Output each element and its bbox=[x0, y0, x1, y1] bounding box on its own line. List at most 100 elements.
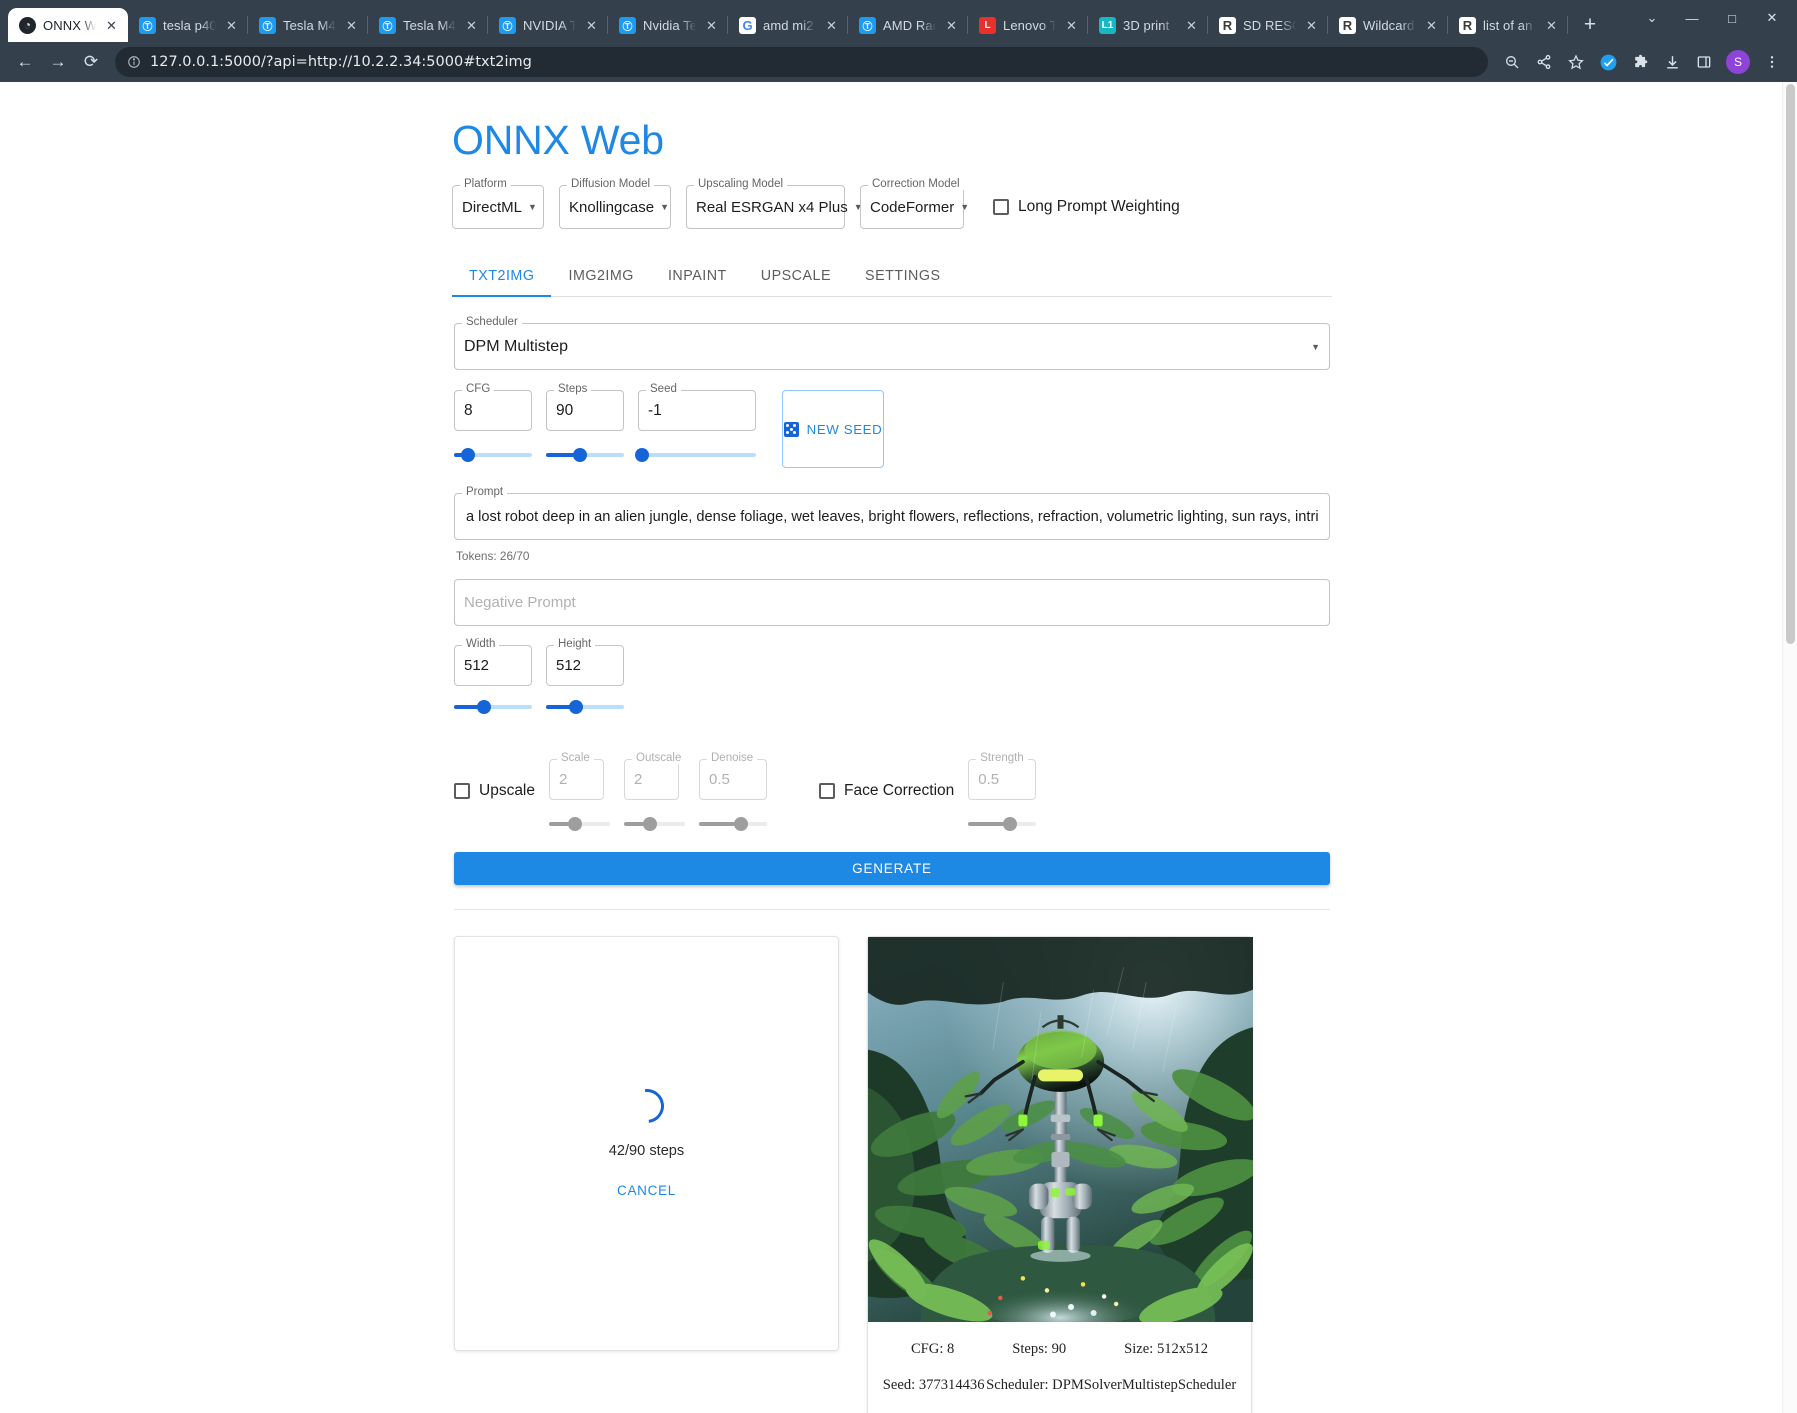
steps-field[interactable]: Steps 90 bbox=[546, 383, 624, 432]
height-slider[interactable] bbox=[546, 699, 624, 715]
model-select-platform[interactable]: Platform DirectML ▼ bbox=[452, 178, 544, 230]
tab-settings[interactable]: SETTINGS bbox=[848, 255, 958, 296]
tab-img2img[interactable]: IMG2IMG bbox=[551, 255, 650, 296]
tab-inpaint[interactable]: INPAINT bbox=[651, 255, 744, 296]
generate-button[interactable]: GENERATE bbox=[454, 852, 1330, 886]
reload-icon[interactable]: ⟳ bbox=[76, 47, 106, 77]
close-icon[interactable]: ✕ bbox=[103, 17, 120, 34]
close-icon[interactable]: ✕ bbox=[463, 17, 480, 34]
image-metadata: CFG: 8 Steps: 90 Size: 512x512 Seed: 37731… bbox=[868, 1322, 1251, 1412]
sidepanel-icon[interactable] bbox=[1689, 47, 1719, 77]
scrollbar-thumb[interactable] bbox=[1786, 84, 1795, 644]
new-seed-button[interactable]: NEW SEED bbox=[782, 390, 884, 469]
tab-upscale[interactable]: UPSCALE bbox=[744, 255, 848, 296]
cfg-slider[interactable] bbox=[454, 447, 532, 463]
seed-field[interactable]: Seed -1 bbox=[638, 383, 756, 432]
browser-tab[interactable]: Ⓣtesla p40 ✕ bbox=[128, 8, 248, 42]
seed-slider[interactable] bbox=[634, 447, 756, 463]
main-tabs: TXT2IMG IMG2IMG INPAINT UPSCALE SETTINGS bbox=[452, 255, 1332, 298]
level1-favicon: L1 bbox=[1099, 16, 1116, 34]
face-correction-checkbox[interactable] bbox=[819, 782, 835, 799]
model-select-upscaling-model[interactable]: Upscaling Model Real ESRGAN x4 Plus ▼ bbox=[686, 178, 863, 230]
cfg-field[interactable]: CFG 8 bbox=[454, 383, 532, 432]
close-icon[interactable]: ✕ bbox=[343, 17, 360, 34]
forward-icon[interactable]: → bbox=[43, 47, 73, 77]
close-icon[interactable]: ✕ bbox=[583, 17, 600, 34]
close-icon[interactable]: ✕ bbox=[823, 17, 840, 34]
address-bar[interactable]: 127.0.0.1:5000/?api=http://10.2.2.34:500… bbox=[115, 47, 1488, 77]
close-icon[interactable]: ✕ bbox=[1303, 17, 1320, 34]
upscale-checkbox[interactable] bbox=[454, 782, 470, 799]
width-field[interactable]: Width 512 bbox=[454, 638, 532, 687]
back-icon[interactable]: ← bbox=[10, 47, 40, 77]
downloads-icon[interactable] bbox=[1657, 47, 1687, 77]
width-slider[interactable] bbox=[454, 699, 532, 715]
close-icon[interactable]: ✕ bbox=[1543, 17, 1560, 34]
profile-badge-icon[interactable] bbox=[1593, 47, 1623, 77]
scale-slider[interactable] bbox=[549, 816, 610, 832]
face-correction-checkbox-group[interactable]: Face Correction bbox=[819, 770, 954, 811]
close-icon[interactable]: ✕ bbox=[1063, 17, 1080, 34]
chevron-down-icon[interactable]: ▼ bbox=[522, 202, 537, 212]
metadata-item: Size: 512x512 bbox=[1124, 1341, 1209, 1358]
browser-tab[interactable]: Ⓣ AMD Rad ✕ bbox=[848, 8, 968, 42]
tab-search-button[interactable]: ⌄ bbox=[1633, 3, 1671, 33]
close-icon[interactable]: ✕ bbox=[1183, 17, 1200, 34]
browser-tab[interactable]: Gamd mi2 ✕ bbox=[728, 8, 848, 42]
long-prompt-weighting-group[interactable]: Long Prompt Weighting bbox=[993, 198, 1180, 216]
close-icon[interactable]: ✕ bbox=[703, 17, 720, 34]
height-field[interactable]: Height 512 bbox=[546, 638, 624, 687]
browser-tab[interactable]: L1 3D print ✕ bbox=[1088, 8, 1208, 42]
denoise-label: Denoise bbox=[707, 752, 758, 765]
upscale-checkbox-group[interactable]: Upscale bbox=[454, 770, 535, 811]
scheduler-select[interactable]: Scheduler DPM Multistep ▼ bbox=[454, 316, 1330, 371]
scale-field[interactable]: Scale 2 bbox=[549, 752, 604, 801]
close-icon[interactable]: ✕ bbox=[223, 17, 240, 34]
long-prompt-weighting-checkbox[interactable] bbox=[993, 199, 1009, 216]
new-tab-button[interactable]: + bbox=[1574, 9, 1606, 41]
strength-field[interactable]: Strength 0.5 bbox=[968, 752, 1037, 801]
steps-slider[interactable] bbox=[546, 447, 624, 463]
denoise-slider[interactable] bbox=[699, 816, 767, 832]
outscale-slider[interactable] bbox=[624, 816, 685, 832]
denoise-field[interactable]: Denoise 0.5 bbox=[699, 752, 767, 801]
zoom-out-icon[interactable] bbox=[1497, 47, 1527, 77]
model-selector-row: Platform DirectML ▼ Diffusion Model Knolling… bbox=[452, 178, 1332, 255]
browser-tab[interactable]: Rlist of an ✕ bbox=[1448, 8, 1568, 42]
close-icon[interactable]: ✕ bbox=[943, 17, 960, 34]
browser-tab[interactable]: ◔ ONNX W ✕ bbox=[8, 8, 128, 42]
browser-tab[interactable]: Ⓣ Tesla M4 ✕ bbox=[368, 8, 488, 42]
outscale-field[interactable]: Outscale 2 bbox=[624, 752, 686, 801]
browser-tab[interactable]: Ⓣ NVIDIA T ✕ bbox=[488, 8, 608, 42]
face-correction-label: Face Correction bbox=[844, 781, 955, 799]
chevron-down-icon[interactable]: ▼ bbox=[654, 202, 669, 212]
browser-tab[interactable]: R SD RESO ✕ bbox=[1208, 8, 1328, 42]
chevron-down-icon[interactable]: ▼ bbox=[1305, 342, 1320, 352]
model-select-correction-model[interactable]: Correction Model CodeFormer ▼ bbox=[860, 178, 969, 230]
share-icon[interactable] bbox=[1529, 47, 1559, 77]
chevron-down-icon[interactable]: ▼ bbox=[954, 202, 969, 212]
negative-prompt-input[interactable]: Negative Prompt bbox=[454, 579, 1330, 627]
extensions-icon[interactable] bbox=[1625, 47, 1655, 77]
generated-image[interactable] bbox=[868, 937, 1253, 1323]
page-info-icon[interactable] bbox=[127, 55, 141, 69]
tab-txt2img[interactable]: TXT2IMG bbox=[452, 255, 552, 298]
close-window-button[interactable]: ✕ bbox=[1753, 3, 1791, 33]
cancel-button[interactable]: CANCEL bbox=[617, 1183, 676, 1198]
strength-slider[interactable] bbox=[968, 816, 1037, 832]
browser-tab[interactable]: R Wildcard ✕ bbox=[1328, 8, 1448, 42]
metadata-item: Scheduler: DPMSolverMultistepScheduler bbox=[986, 1377, 1237, 1394]
close-icon[interactable]: ✕ bbox=[1423, 17, 1440, 34]
star-icon[interactable] bbox=[1561, 47, 1591, 77]
menu-icon[interactable] bbox=[1757, 47, 1787, 77]
avatar[interactable]: S bbox=[1726, 50, 1750, 74]
scrollbar[interactable] bbox=[1782, 82, 1797, 1413]
prompt-input[interactable]: Prompt a lost robot deep in an alien jun… bbox=[454, 486, 1330, 541]
maximize-button[interactable]: □ bbox=[1713, 3, 1751, 33]
select-value: CodeFormer bbox=[870, 198, 955, 216]
browser-tab[interactable]: L Lenovo T ✕ bbox=[968, 8, 1088, 42]
minimize-button[interactable]: — bbox=[1673, 3, 1711, 33]
browser-tab[interactable]: Ⓣ Tesla M4 ✕ bbox=[248, 8, 368, 42]
model-select-diffusion-model[interactable]: Diffusion Model Knollingcase ▼ bbox=[559, 178, 671, 230]
browser-tab[interactable]: Ⓣ Nvidia Te ✕ bbox=[608, 8, 728, 42]
